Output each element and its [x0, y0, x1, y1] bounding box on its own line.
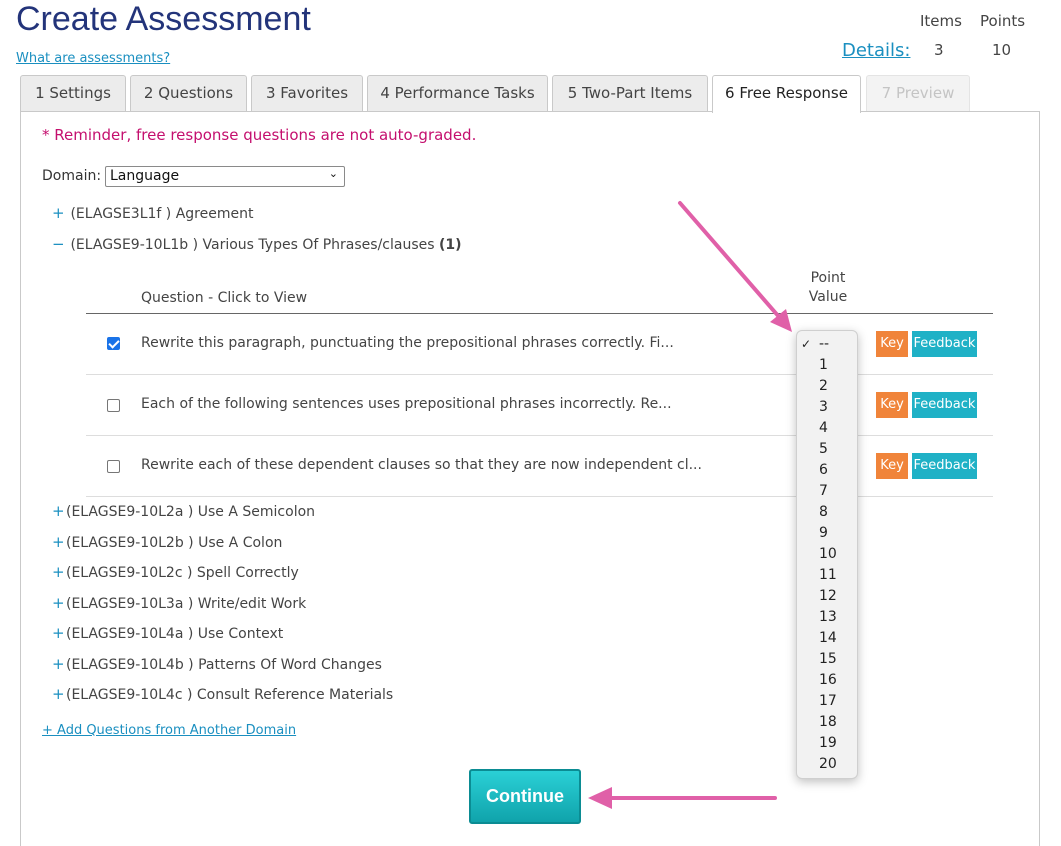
- dropdown-option[interactable]: 16: [797, 670, 857, 691]
- expand-icon[interactable]: +: [52, 204, 66, 222]
- standard-name: Use Context: [197, 626, 284, 642]
- standard-item[interactable]: +(ELAGSE9-10L4a ) Use Context: [52, 624, 283, 642]
- key-button[interactable]: Key: [876, 453, 908, 479]
- standard-name: Various Types Of Phrases/clauses: [202, 237, 435, 253]
- dropdown-option[interactable]: 19: [797, 733, 857, 754]
- tab-favorites[interactable]: 3 Favorites: [251, 75, 363, 111]
- dropdown-option[interactable]: 13: [797, 607, 857, 628]
- expand-icon[interactable]: +: [52, 624, 66, 642]
- expand-icon[interactable]: +: [52, 533, 66, 551]
- details-link[interactable]: Details:: [842, 40, 910, 61]
- dropdown-option[interactable]: 11: [797, 565, 857, 586]
- expand-icon[interactable]: +: [52, 563, 66, 581]
- domain-select[interactable]: Language ⌄: [105, 166, 345, 187]
- feedback-button[interactable]: Feedback: [912, 392, 977, 418]
- standard-item[interactable]: +(ELAGSE9-10L4b ) Patterns Of Word Chang…: [52, 655, 382, 673]
- standard-name: Use A Colon: [198, 535, 283, 551]
- dropdown-option[interactable]: 10: [797, 544, 857, 565]
- standard-code: (ELAGSE9-10L4b ): [66, 657, 194, 673]
- point-value-dropdown[interactable]: ✓ -- 1 2 3 4 5 6 7 8 9 10 11 12 13 14 15 …: [796, 330, 858, 779]
- standard-item[interactable]: + (ELAGSE3L1f ) Agreement: [52, 204, 253, 222]
- items-count: 3: [934, 41, 944, 59]
- continue-button[interactable]: Continue: [469, 769, 581, 824]
- standard-code: (ELAGSE9-10L1b ): [70, 237, 199, 253]
- standard-code: (ELAGSE9-10L4c ): [66, 687, 193, 703]
- tab-free-response[interactable]: 6 Free Response: [712, 75, 861, 113]
- standard-code: (ELAGSE9-10L2a ): [66, 504, 194, 520]
- column-header-point-value: Point Value: [808, 270, 848, 305]
- standard-name: Consult Reference Materials: [196, 687, 394, 703]
- dropdown-option[interactable]: 5: [797, 439, 857, 460]
- what-are-assessments-link[interactable]: What are assessments?: [16, 51, 170, 66]
- question-text-link[interactable]: Rewrite each of these dependent clauses …: [141, 457, 702, 473]
- standard-item[interactable]: +(ELAGSE9-10L2c ) Spell Correctly: [52, 563, 299, 581]
- table-header-divider: [86, 313, 993, 314]
- expand-icon[interactable]: +: [52, 655, 66, 673]
- dropdown-option[interactable]: 1: [797, 355, 857, 376]
- question-checkbox[interactable]: [107, 460, 120, 473]
- column-header-question: Question - Click to View: [141, 290, 308, 306]
- tab-preview: 7 Preview: [866, 75, 970, 111]
- question-checkbox[interactable]: [107, 399, 120, 412]
- standard-item[interactable]: +(ELAGSE9-10L3a ) Write/edit Work: [52, 594, 306, 612]
- dropdown-option[interactable]: 20: [797, 754, 857, 775]
- dropdown-option[interactable]: 9: [797, 523, 857, 544]
- standard-name: Use A Semicolon: [197, 504, 316, 520]
- standard-item[interactable]: +(ELAGSE9-10L4c ) Consult Reference Mate…: [52, 685, 393, 703]
- points-label: Points: [980, 12, 1026, 30]
- tab-settings[interactable]: 1 Settings: [20, 75, 126, 111]
- dropdown-option[interactable]: 7: [797, 481, 857, 502]
- feedback-button[interactable]: Feedback: [912, 331, 977, 357]
- domain-select-value: Language: [110, 168, 180, 184]
- dropdown-option[interactable]: 6: [797, 460, 857, 481]
- standard-name: Agreement: [175, 206, 254, 222]
- standard-code: (ELAGSE9-10L2c ): [66, 565, 193, 581]
- standard-code: (ELAGSE9-10L2b ): [66, 535, 194, 551]
- add-questions-from-another-domain-link[interactable]: + Add Questions from Another Domain: [42, 723, 296, 738]
- standard-item[interactable]: +(ELAGSE9-10L2a ) Use A Semicolon: [52, 502, 315, 520]
- standard-code: (ELAGSE9-10L3a ): [66, 596, 194, 612]
- feedback-button[interactable]: Feedback: [912, 453, 977, 479]
- page-title: Create Assessment: [16, 0, 311, 38]
- expand-icon[interactable]: +: [52, 685, 66, 703]
- tab-questions[interactable]: 2 Questions: [130, 75, 247, 111]
- reminder-text: * Reminder, free response questions are …: [42, 126, 477, 144]
- dropdown-option[interactable]: 14: [797, 628, 857, 649]
- standard-name: Write/edit Work: [197, 596, 307, 612]
- standard-name: Spell Correctly: [196, 565, 299, 581]
- points-total: 10: [992, 41, 1012, 59]
- dropdown-option[interactable]: 12: [797, 586, 857, 607]
- dropdown-option[interactable]: 4: [797, 418, 857, 439]
- selected-count: (1): [439, 237, 462, 253]
- dropdown-option-selected[interactable]: ✓ --: [797, 334, 857, 355]
- items-label: Items: [920, 12, 962, 30]
- question-checkbox[interactable]: [107, 337, 120, 350]
- chevron-down-icon: ⌄: [328, 167, 338, 180]
- dropdown-option[interactable]: 8: [797, 502, 857, 523]
- expand-icon[interactable]: +: [52, 502, 66, 520]
- key-button[interactable]: Key: [876, 392, 908, 418]
- standard-code: (ELAGSE3L1f ): [70, 206, 172, 222]
- question-text-link[interactable]: Each of the following sentences uses pre…: [141, 396, 672, 412]
- collapse-icon[interactable]: −: [52, 235, 66, 253]
- dropdown-option[interactable]: 3: [797, 397, 857, 418]
- tab-performance-tasks[interactable]: 4 Performance Tasks: [367, 75, 548, 111]
- dropdown-option[interactable]: 18: [797, 712, 857, 733]
- standard-code: (ELAGSE9-10L4a ): [66, 626, 194, 642]
- key-button[interactable]: Key: [876, 331, 908, 357]
- dropdown-option[interactable]: 15: [797, 649, 857, 670]
- dropdown-option[interactable]: 17: [797, 691, 857, 712]
- question-text-link[interactable]: Rewrite this paragraph, punctuating the …: [141, 335, 674, 351]
- expand-icon[interactable]: +: [52, 594, 66, 612]
- dropdown-option[interactable]: 2: [797, 376, 857, 397]
- tab-two-part-items[interactable]: 5 Two-Part Items: [552, 75, 708, 111]
- checkmark-icon: ✓: [801, 337, 812, 351]
- standard-item[interactable]: +(ELAGSE9-10L2b ) Use A Colon: [52, 533, 282, 551]
- standard-name: Patterns Of Word Changes: [198, 657, 382, 673]
- domain-label: Domain:: [42, 168, 102, 184]
- standard-item-expanded[interactable]: − (ELAGSE9-10L1b ) Various Types Of Phra…: [52, 235, 462, 253]
